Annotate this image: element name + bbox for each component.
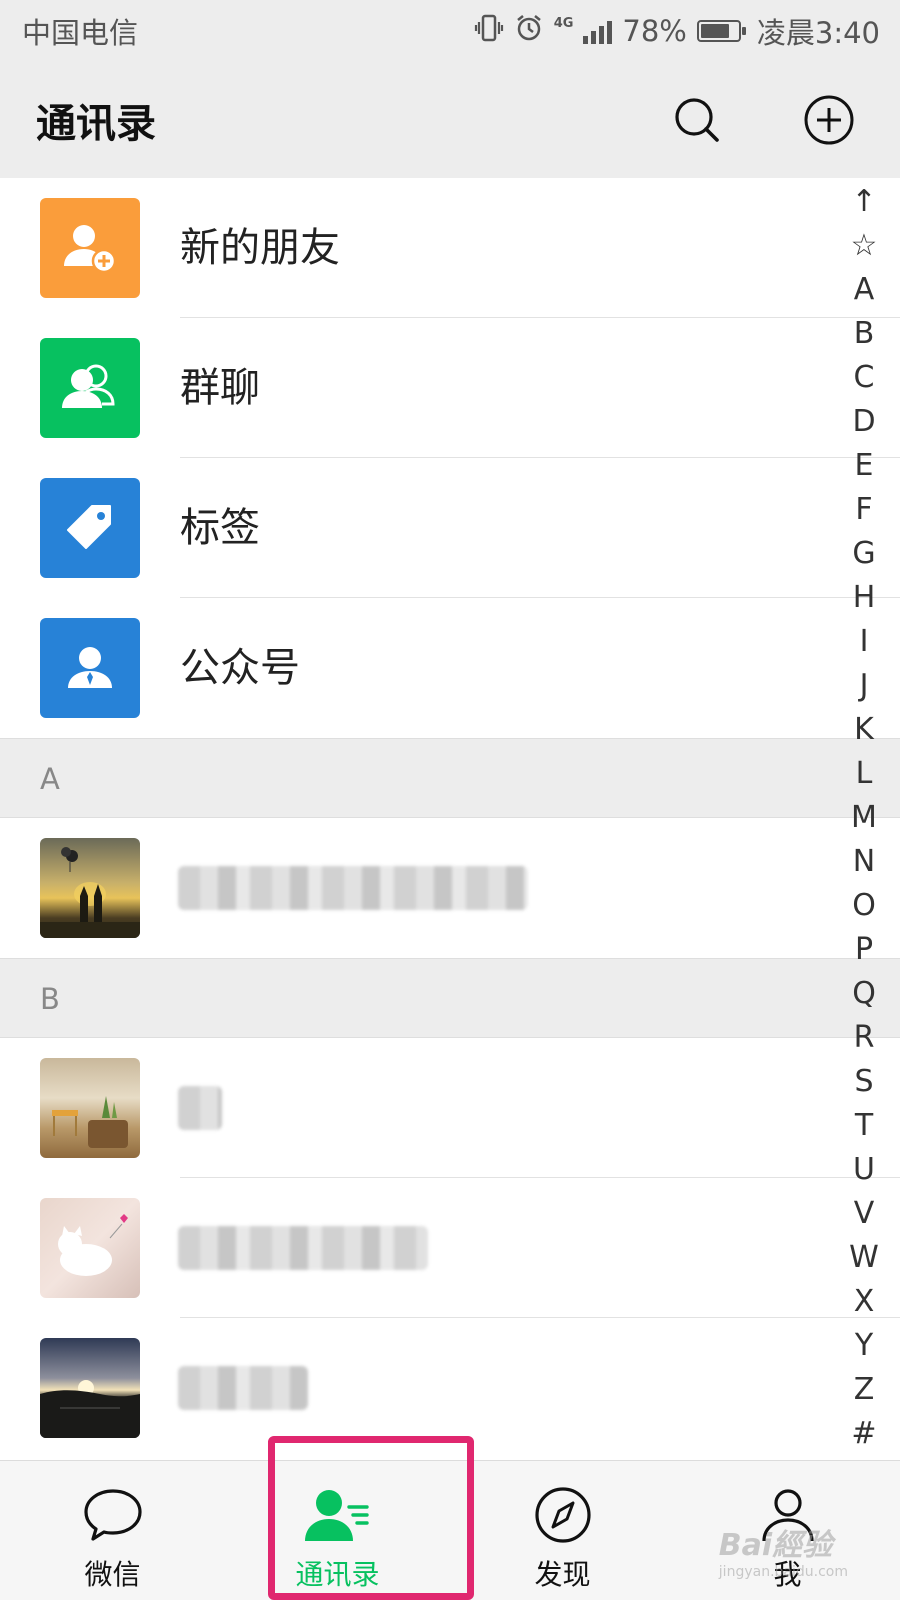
tab-chats[interactable]: 微信	[0, 1461, 225, 1600]
contact-row[interactable]	[0, 1318, 900, 1458]
page-title: 通讯录	[36, 101, 156, 147]
tab-contacts[interactable]: 通讯录	[225, 1461, 450, 1600]
official-account-icon	[68, 647, 112, 688]
tab-label: 微信	[84, 1558, 141, 1591]
index-letter[interactable]: V	[854, 1192, 875, 1236]
index-letter[interactable]: R	[854, 1016, 875, 1060]
header-actions	[670, 93, 856, 147]
group-icon	[62, 364, 115, 408]
battery-icon	[696, 20, 746, 42]
index-letter[interactable]: F	[855, 488, 872, 532]
sunset-lake-photo	[40, 1380, 140, 1438]
section-header-b: B	[0, 958, 900, 1038]
group-chats-item[interactable]: 群聊	[0, 318, 900, 458]
tab-label: 发现	[534, 1558, 591, 1591]
carrier-label: 中国电信	[22, 16, 139, 50]
search-icon	[675, 98, 719, 142]
top-bar: 通讯录	[0, 62, 900, 178]
index-letter[interactable]: G	[852, 532, 875, 576]
official-accounts-item[interactable]: 公众号	[0, 598, 900, 738]
index-letter[interactable]: B	[854, 312, 875, 356]
status-icons: 4G 78% 凌晨3:40	[474, 10, 880, 52]
new-friends-item[interactable]: 新的朋友	[0, 178, 900, 318]
index-letter[interactable]: I	[860, 620, 869, 664]
network-type-label: 4G	[553, 16, 574, 31]
section-header-a: A	[0, 738, 900, 818]
add-friend-icon	[64, 225, 117, 274]
tab-label: 通讯录	[295, 1558, 380, 1591]
index-letter[interactable]: L	[856, 752, 873, 796]
contact-avatar	[40, 1338, 140, 1438]
contact-name-redacted	[178, 1366, 308, 1410]
compass-icon	[534, 1487, 591, 1543]
add-button[interactable]	[802, 93, 856, 147]
index-letter[interactable]: A	[854, 268, 875, 312]
index-letter[interactable]: S	[854, 1060, 873, 1104]
contact-row[interactable]	[0, 1178, 900, 1318]
index-letter[interactable]: J	[860, 664, 869, 708]
watermark-url: jingyan.baidu.com	[718, 1564, 848, 1580]
index-letter[interactable]: P	[855, 928, 873, 972]
contact-name-redacted	[178, 1086, 222, 1130]
shortcut-label: 新的朋友	[180, 225, 340, 271]
index-letter[interactable]: H	[853, 576, 876, 620]
clock: 凌晨3:40	[756, 16, 880, 50]
room-photo	[52, 1096, 128, 1148]
tags-tile	[40, 478, 140, 578]
battery-level-fill	[700, 24, 729, 38]
contact-avatar	[40, 1058, 140, 1158]
baidu-watermark: Bai經验 jingyan.baidu.com	[719, 1520, 848, 1580]
index-letter[interactable]: U	[853, 1148, 875, 1192]
tags-item[interactable]: 标签	[0, 458, 900, 598]
signal-icon	[583, 18, 613, 44]
index-letter[interactable]: W	[849, 1236, 879, 1280]
index-letter[interactable]: ↑	[851, 180, 876, 224]
status-bar: 中国电信 4G 78% 凌晨3:40	[0, 0, 900, 62]
couple-sunset-photo	[40, 847, 140, 938]
index-letter[interactable]: M	[851, 796, 877, 840]
contact-row[interactable]	[0, 1038, 900, 1178]
contacts-icon	[304, 1490, 369, 1541]
alphabet-index[interactable]: ↑ ☆ A B C D E F G H I J K L M N O P Q R S T U V W X Y Z #	[842, 180, 886, 1456]
contact-name-redacted	[178, 1226, 428, 1270]
chat-bubble-icon	[83, 1489, 142, 1541]
new-friends-tile	[40, 198, 140, 298]
index-letter[interactable]: O	[852, 884, 876, 928]
tag-icon	[67, 505, 111, 549]
contact-avatar	[40, 838, 140, 938]
index-letter[interactable]: D	[852, 400, 875, 444]
index-letter[interactable]: Q	[852, 972, 876, 1016]
contact-name-redacted	[178, 866, 528, 910]
index-letter[interactable]: T	[855, 1104, 873, 1148]
index-letter[interactable]: #	[851, 1412, 876, 1456]
index-letter[interactable]: E	[855, 444, 874, 488]
search-button[interactable]	[670, 93, 724, 147]
alarm-icon	[514, 13, 544, 50]
contact-avatar	[40, 1198, 140, 1298]
official-accounts-tile	[40, 618, 140, 718]
index-letter[interactable]: N	[853, 840, 875, 884]
add-circle-icon	[804, 95, 854, 145]
shortcut-label: 标签	[180, 505, 260, 551]
index-letter[interactable]: X	[854, 1280, 875, 1324]
contact-row[interactable]	[0, 818, 900, 958]
index-letter[interactable]: Y	[855, 1324, 873, 1368]
cat-photo	[58, 1214, 128, 1276]
vibrate-icon	[474, 13, 504, 50]
index-letter[interactable]: ☆	[851, 224, 878, 268]
index-letter[interactable]: Z	[854, 1368, 875, 1412]
contact-list: 新的朋友 群聊 标签 公众号 A B	[0, 178, 900, 1460]
index-letter[interactable]: C	[854, 356, 875, 400]
shortcut-label: 公众号	[180, 645, 300, 691]
index-letter[interactable]: K	[854, 708, 874, 752]
tab-discover[interactable]: 发现	[450, 1461, 675, 1600]
watermark-brand: Bai經验	[718, 1528, 833, 1563]
group-chats-tile	[40, 338, 140, 438]
shortcut-label: 群聊	[180, 365, 260, 411]
battery-percent: 78%	[622, 14, 687, 48]
